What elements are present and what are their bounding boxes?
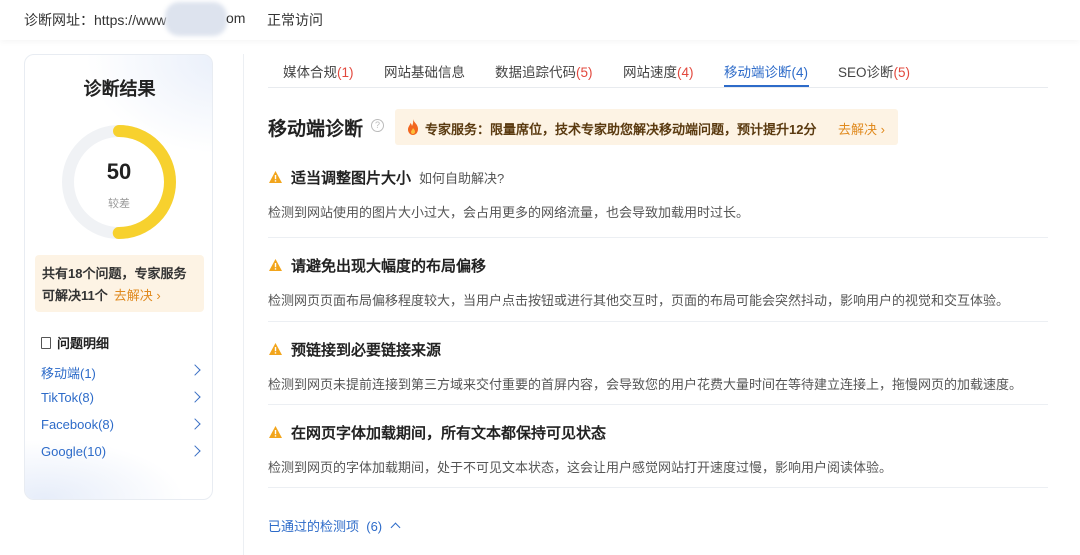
issue-title: 预链接到必要链接来源 [291,342,442,359]
diagnosis-summary-card: 诊断结果 50 较差 共有18个问题，专家服务 可解决11个 去解决 › 问题明细… [24,54,213,500]
expert-promo-box: 共有18个问题，专家服务 可解决11个 去解决 › [35,255,204,312]
issue-description: 检测到网站使用的图片大小过大，会占用更多的网络流量，也会导致加载用时过长。 [268,205,750,220]
category-tabs: 媒体合规(1) 网站基础信息 数据追踪代码(5) 网站速度(4) 移动端诊断(4… [268,52,1048,88]
chevron-right-icon [189,418,201,430]
promo-line-2: 可解决11个 [42,288,108,303]
top-bar: 诊断网址：https://www om 正常访问 [0,0,1080,40]
issue-details-heading: 问题明细 [41,333,109,352]
help-icon[interactable]: ? [371,119,384,132]
issue-title: 请避免出现大幅度的布局偏移 [291,258,487,275]
expert-service-banner: 专家服务：限量席位，技术专家助您解决移动端问题，预计提升12分 去解决 › [395,109,898,145]
tab-site-speed[interactable]: 网站速度(4) [623,61,694,81]
self-help-link[interactable]: 如何自助解决? [419,171,504,186]
promo-line-1: 共有18个问题，专家服务 [42,266,187,281]
issue-category-tiktok[interactable]: TikTok(8) [41,390,201,410]
issue-item: 适当调整图片大小 如何自助解决? 检测到网站使用的图片大小过大，会占用更多的网络流… [268,167,1048,238]
tab-site-basic-info[interactable]: 网站基础信息 [384,61,465,81]
fire-icon [408,119,418,135]
chevron-right-icon [189,391,201,403]
score-value: 50 [106,159,132,184]
tab-tracking-code[interactable]: 数据追踪代码(5) [495,61,593,81]
expert-service-text: 专家服务：限量席位，技术专家助您解决移动端问题，预计提升12分 [425,122,817,137]
issue-description: 检测到网页未提前连接到第三方域来交付重要的首屏内容，会导致您的用户花费大量时间在… [268,377,1023,392]
issue-item: 请避免出现大幅度的布局偏移 检测网页页面布局偏移程度较大，当用户点击按钮或进行其… [268,255,1048,322]
score-grade: 较差 [108,198,130,210]
warning-icon [269,259,282,271]
section-title: 移动端诊断 [268,119,364,140]
passed-checks-toggle[interactable]: 已通过的检测项 (6) [268,516,401,535]
issue-description: 检测网页页面布局偏移程度较大，当用户点击按钮或进行其他交互时，页面的布局可能会突… [268,293,1010,308]
url-redaction-blur [165,2,227,36]
issue-title: 适当调整图片大小 [291,170,412,187]
issue-category-mobile[interactable]: 移动端(1) [41,363,201,383]
chevron-up-icon [390,522,401,533]
chevron-right-icon [189,364,201,376]
tab-seo-diagnosis[interactable]: SEO诊断(5) [838,61,910,81]
diagnosed-url-tail: om [226,10,246,26]
issue-title: 在网页字体加载期间，所有文本都保持可见状态 [291,425,607,442]
issue-item: 在网页字体加载期间，所有文本都保持可见状态 检测到网页的字体加载期间，处于不可见… [268,422,1048,488]
issue-category-facebook[interactable]: Facebook(8) [41,417,201,437]
chevron-right-icon [189,445,201,457]
tab-media-compliance[interactable]: 媒体合规(1) [283,61,354,81]
warning-icon [269,171,282,183]
access-status: 正常访问 [267,12,323,28]
warning-icon [269,343,282,355]
tab-mobile-diagnosis[interactable]: 移动端诊断(4) [724,61,808,81]
vertical-divider [243,54,244,555]
active-tab-indicator [724,85,809,87]
diagnosed-url-label: 诊断网址：https://www [24,12,167,28]
document-icon [41,337,51,349]
issue-category-google[interactable]: Google(10) [41,444,201,464]
warning-icon [269,426,282,438]
issue-description: 检测到网页的字体加载期间，处于不可见文本状态，这会让用户感觉网站打开速度过慢，影… [268,460,893,475]
expert-solve-link[interactable]: 去解决 › [838,119,885,138]
issue-item: 预链接到必要链接来源 检测到网页未提前连接到第三方域来交付重要的首屏内容，会导致… [268,339,1048,405]
diagnosis-result-title: 诊断结果 [83,79,156,99]
promo-solve-link[interactable]: 去解决 › [114,288,161,303]
